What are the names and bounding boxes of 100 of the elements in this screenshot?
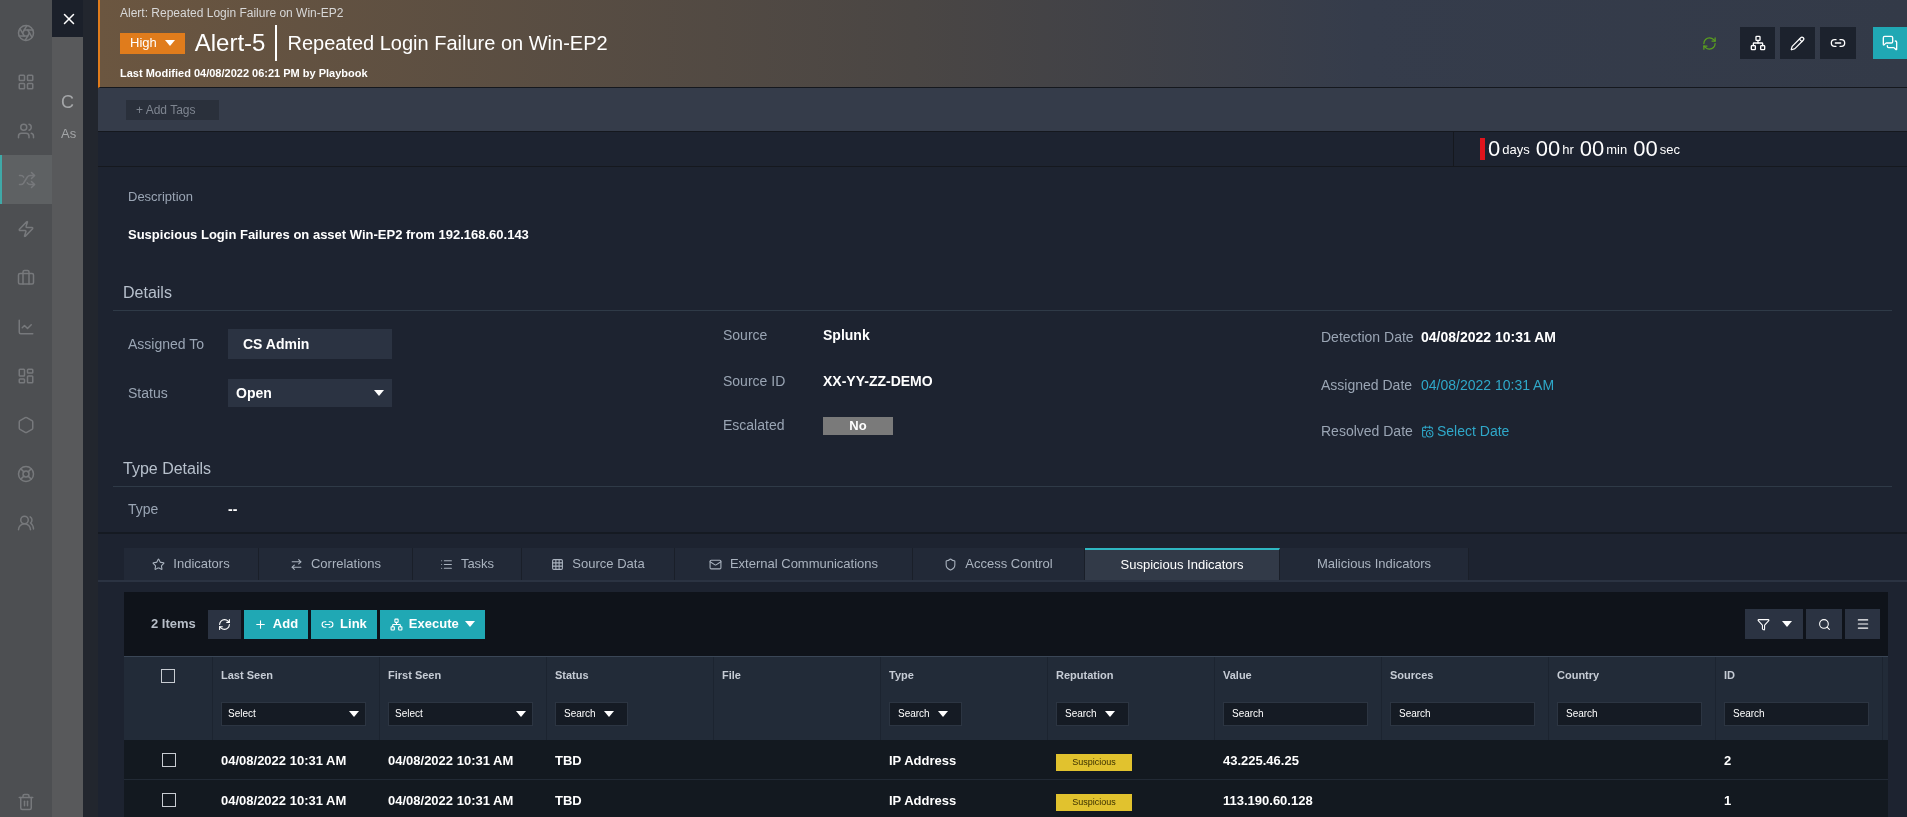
timer-bar: [1480, 138, 1485, 160]
item-count: 2 Items: [151, 615, 196, 634]
chart-icon[interactable]: [17, 317, 35, 336]
network-icon: [389, 617, 403, 631]
shuffle-icon[interactable]: [18, 170, 36, 189]
column-header: Value: [1223, 668, 1253, 683]
field-value: 04/08/2022 10:31 AM: [1421, 329, 1556, 345]
escalated-toggle[interactable]: No: [823, 416, 893, 435]
tab[interactable]: Source Data: [522, 548, 675, 580]
link-button[interactable]: [1820, 27, 1856, 59]
chat-icon: [1882, 35, 1898, 51]
workflow-button[interactable]: [1740, 27, 1775, 59]
table-cell: TBD: [555, 792, 582, 808]
checkbox[interactable]: [161, 792, 176, 807]
trash-icon[interactable]: [17, 793, 35, 811]
reputation-badge: Suspicious: [1056, 793, 1132, 811]
caret-icon: [516, 710, 526, 717]
timer-value: 00: [1535, 137, 1561, 161]
column-header: Country: [1557, 668, 1601, 683]
tab[interactable]: Suspicious Indicators: [1085, 548, 1280, 580]
close-button[interactable]: [52, 0, 85, 37]
list-icon: [439, 557, 453, 571]
timer-value: 00: [1579, 137, 1605, 161]
filter-dropdown[interactable]: Search: [555, 701, 628, 726]
tab[interactable]: Indicators: [124, 548, 259, 580]
filter-dropdown[interactable]: Search: [1056, 701, 1129, 726]
refresh-icon[interactable]: [1702, 35, 1717, 51]
tab[interactable]: Tasks: [413, 548, 522, 580]
search-button[interactable]: [1806, 609, 1842, 639]
section-heading: Details: [123, 282, 172, 303]
filter-dropdown[interactable]: Select: [388, 701, 533, 726]
caret-icon: [937, 710, 948, 717]
network-icon: [1749, 35, 1766, 51]
filter-input[interactable]: Search: [1390, 701, 1535, 726]
field-value: Splunk: [823, 327, 870, 343]
lifebuoy-icon[interactable]: [17, 464, 35, 483]
refresh-button[interactable]: [207, 609, 241, 639]
filter-icon: [1756, 617, 1770, 631]
dashboard-icon[interactable]: [17, 366, 35, 385]
status-dropdown[interactable]: Open: [228, 379, 392, 407]
add-tags-button[interactable]: + Add Tags: [126, 99, 219, 120]
description-text: Suspicious Login Failures on asset Win-EP2 from 192.168.60.143: [128, 225, 530, 244]
column-header: Reputation: [1056, 668, 1115, 683]
table-cell: TBD: [555, 752, 582, 768]
field-label: Type: [128, 500, 160, 519]
field-label: Escalated: [723, 416, 786, 435]
hexagon-icon[interactable]: [17, 415, 35, 434]
briefcase-icon[interactable]: [17, 268, 35, 287]
last-modified: Last Modified 04/08/2022 06:21 PM by Playbook: [120, 66, 369, 81]
field-label: Source: [723, 325, 769, 345]
search-icon: [1817, 617, 1831, 631]
column-header: Status: [555, 668, 590, 683]
table-cell: IP Address: [889, 792, 957, 808]
breadcrumb: Alert: Repeated Login Failure on Win-EP2: [120, 5, 345, 22]
table-cell: 2: [1724, 752, 1732, 768]
field-link[interactable]: 04/08/2022 10:31 AM: [1421, 377, 1555, 393]
filter-input[interactable]: Search: [1557, 701, 1702, 726]
filter-dropdown[interactable]: Search: [889, 701, 962, 726]
logo-icon[interactable]: [17, 23, 35, 42]
tab[interactable]: External Communications: [675, 548, 913, 580]
filter-input[interactable]: Search: [1724, 701, 1869, 726]
timer-unit: days: [1502, 140, 1530, 159]
tab[interactable]: Malicious Indicators: [1280, 548, 1469, 580]
field-value: XX-YY-ZZ-DEMO: [823, 373, 933, 389]
alert-title: Repeated Login Failure on Win-EP2: [287, 31, 608, 56]
column-header: First Seen: [388, 668, 443, 683]
field-label: Assigned To: [128, 334, 205, 354]
table-cell: 113.190.60.128: [1223, 792, 1313, 808]
menu-button[interactable]: [1845, 609, 1880, 639]
grid-icon[interactable]: [17, 72, 35, 91]
caret-icon: [1781, 621, 1792, 627]
caret-icon: [1104, 710, 1115, 717]
filter-input[interactable]: Search: [1223, 701, 1368, 726]
filter-button[interactable]: [1745, 609, 1803, 639]
checkbox[interactable]: [161, 752, 176, 767]
calendar-icon: [1421, 425, 1434, 438]
table-cell: 04/08/2022 10:31 AM: [388, 752, 514, 768]
column-header: Last Seen: [221, 668, 274, 683]
field-label: Status: [128, 383, 169, 403]
reputation-badge: Suspicious: [1056, 753, 1132, 771]
date-picker-link[interactable]: Select Date: [1421, 421, 1510, 442]
timer-unit: min: [1606, 140, 1628, 159]
field-label: Assigned Date: [1321, 375, 1414, 395]
tab[interactable]: Access Control: [913, 548, 1085, 580]
star-icon: [152, 557, 166, 571]
record-id: Alert-5: [194, 28, 266, 58]
caret-icon: [374, 390, 384, 396]
column-header: Sources: [1390, 668, 1435, 683]
filter-dropdown[interactable]: Select: [221, 701, 366, 726]
description-label: Description: [128, 188, 195, 206]
assignee-field[interactable]: CS Admin: [228, 329, 392, 359]
lightning-icon[interactable]: [17, 219, 35, 238]
table-cell: 04/08/2022 10:31 AM: [388, 792, 514, 808]
checkbox[interactable]: [161, 669, 175, 683]
people-icon[interactable]: [17, 121, 35, 140]
users-icon[interactable]: [17, 513, 35, 532]
grid-icon: [551, 557, 565, 571]
comments-button[interactable]: [1873, 27, 1907, 59]
edit-button[interactable]: [1780, 27, 1815, 59]
tab[interactable]: Correlations: [259, 548, 413, 580]
